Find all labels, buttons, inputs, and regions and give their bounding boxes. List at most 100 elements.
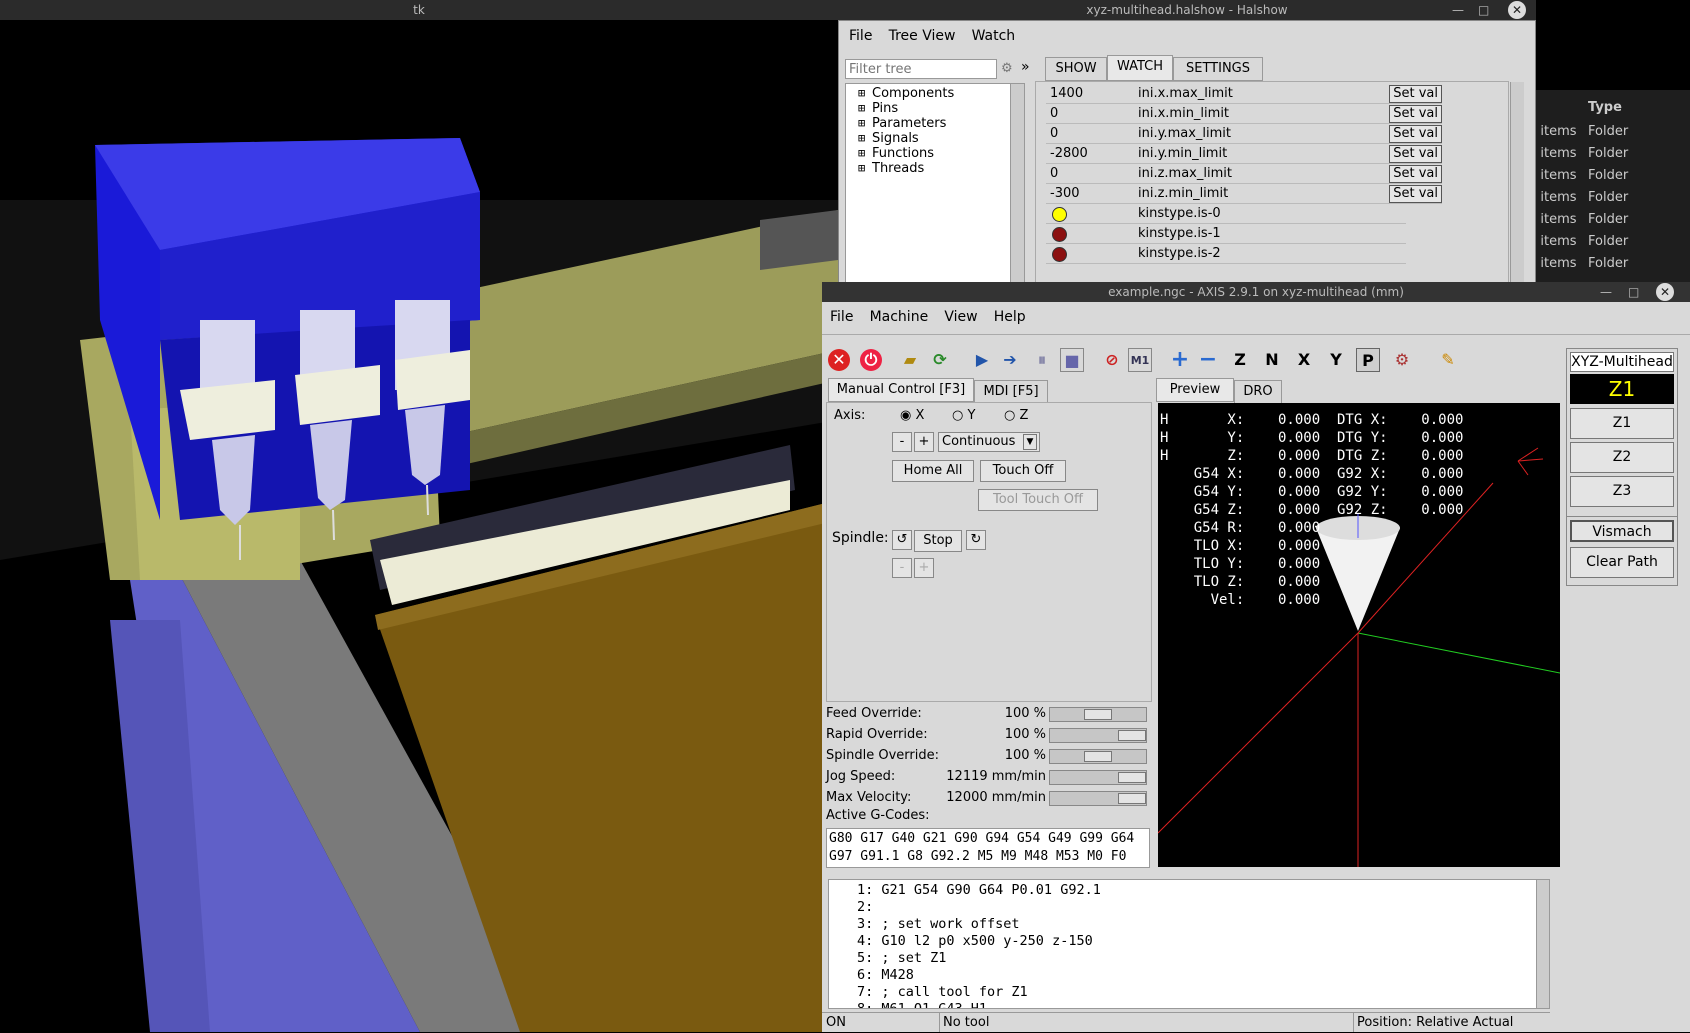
expand-icon[interactable]: ⊞ (858, 101, 872, 116)
expand-icon[interactable]: ⊞ (858, 146, 872, 161)
program-line[interactable]: 1: G21 G54 G90 G64 P0.01 G92.1 (857, 882, 1549, 899)
radio-icon[interactable]: ○ (952, 408, 963, 423)
program-scrollbar[interactable] (1536, 879, 1550, 1009)
jog-minus-button[interactable]: - (892, 432, 912, 452)
maximize-icon[interactable]: □ (1628, 282, 1639, 302)
clear-path-button[interactable]: Clear Path (1570, 547, 1674, 578)
override-slider[interactable] (1049, 728, 1147, 743)
menu-file[interactable]: File (824, 306, 859, 328)
override-slider[interactable] (1049, 707, 1147, 722)
jog-plus-button[interactable]: + (914, 432, 934, 452)
tab-dro[interactable]: DRO (1234, 380, 1282, 404)
menu-watch[interactable]: Watch (966, 25, 1022, 47)
tree-item-parameters[interactable]: ⊞ Parameters (858, 116, 946, 131)
vismach-button[interactable]: Vismach (1570, 520, 1674, 542)
tab-preview[interactable]: Preview (1156, 378, 1234, 402)
z3-button[interactable]: Z3 (1570, 476, 1674, 507)
estop-icon[interactable]: ✕ (828, 349, 850, 371)
tree-item-functions[interactable]: ⊞ Functions (858, 146, 934, 161)
chevron-down-icon[interactable]: ▼ (1023, 434, 1037, 450)
axis-radio-z[interactable]: ○ Z (1004, 408, 1028, 423)
set-value-button[interactable]: Set val (1389, 145, 1442, 163)
spindle-cw-icon[interactable]: ↻ (966, 530, 986, 550)
menu-tree-view[interactable]: Tree View (883, 25, 962, 47)
expand-icon[interactable]: ⊞ (858, 116, 872, 131)
slider-handle[interactable] (1118, 772, 1146, 783)
z2-button[interactable]: Z2 (1570, 442, 1674, 473)
radio-icon[interactable]: ○ (1004, 408, 1015, 423)
spindle-stop-button[interactable]: Stop (914, 530, 962, 552)
view-perspective-icon[interactable]: P (1356, 348, 1380, 372)
stop-icon[interactable]: ■ (1060, 348, 1084, 372)
expand-more-button[interactable]: » (1021, 59, 1030, 75)
program-line[interactable]: 3: ; set work offset (857, 916, 1549, 933)
axis-radio-x[interactable]: ◉ X (900, 408, 924, 423)
run-icon[interactable]: ▶ (970, 348, 994, 372)
set-value-button[interactable]: Set val (1389, 125, 1442, 143)
settings-gear-icon[interactable]: ⚙ (1001, 61, 1013, 76)
set-value-button[interactable]: Set val (1389, 185, 1442, 203)
touch-off-button[interactable]: Touch Off (980, 460, 1066, 482)
vismach-3d-view[interactable] (0, 20, 838, 1032)
power-icon[interactable]: ⏻ (860, 349, 882, 371)
slider-handle[interactable] (1084, 751, 1112, 762)
view-z2-icon[interactable]: N (1260, 348, 1284, 372)
radio-selected-icon[interactable]: ◉ (900, 408, 911, 423)
tab-show[interactable]: SHOW (1045, 57, 1107, 81)
view-y-icon[interactable]: Y (1324, 348, 1348, 372)
minimize-icon[interactable]: — (1452, 0, 1464, 20)
view-z-icon[interactable]: Z (1228, 348, 1252, 372)
tab-manual-control[interactable]: Manual Control [F3] (828, 378, 974, 402)
pause-icon[interactable]: ⏸ (1030, 348, 1054, 372)
optional-stop-icon[interactable]: M1 (1128, 348, 1152, 372)
tab-settings[interactable]: SETTINGS (1173, 57, 1263, 81)
tab-mdi[interactable]: MDI [F5] (974, 380, 1048, 404)
tree-item-signals[interactable]: ⊞ Signals (858, 131, 919, 146)
set-value-button[interactable]: Set val (1389, 105, 1442, 123)
filter-tree-input[interactable] (845, 59, 997, 79)
tree-item-pins[interactable]: ⊞ Pins (858, 101, 898, 116)
watch-scrollbar[interactable] (1510, 82, 1524, 288)
spindle-faster-button[interactable]: + (914, 558, 934, 578)
slider-handle[interactable] (1084, 709, 1112, 720)
tree-item-threads[interactable]: ⊞ Threads (858, 161, 924, 176)
tool-touch-off-button[interactable]: Tool Touch Off (978, 489, 1098, 511)
zoom-out-icon[interactable]: − (1196, 348, 1220, 372)
zoom-in-icon[interactable]: + (1168, 348, 1192, 372)
override-slider[interactable] (1049, 791, 1147, 806)
program-line[interactable]: 7: ; call tool for Z1 (857, 984, 1549, 1001)
program-line[interactable]: 8: M61 Q1 G43 H1 (857, 1001, 1549, 1008)
program-line[interactable]: 4: G10 l2 p0 x500 y-250 z-150 (857, 933, 1549, 950)
program-line[interactable]: 2: (857, 899, 1549, 916)
program-line[interactable]: 5: ; set Z1 (857, 950, 1549, 967)
set-value-button[interactable]: Set val (1389, 165, 1442, 183)
z1-button[interactable]: Z1 (1570, 408, 1674, 439)
expand-icon[interactable]: ⊞ (858, 131, 872, 146)
preview-canvas[interactable]: H X: 0.000 DTG X: 0.000 H Y: 0.000 DTG Y:… (1158, 403, 1560, 867)
minimize-icon[interactable]: — (1600, 282, 1612, 302)
maximize-icon[interactable]: □ (1478, 0, 1489, 20)
spindle-ccw-icon[interactable]: ↺ (892, 530, 912, 550)
set-value-button[interactable]: Set val (1389, 85, 1442, 103)
slider-handle[interactable] (1118, 730, 1146, 741)
menu-file[interactable]: File (843, 25, 878, 47)
rotate-view-icon[interactable]: ⚙ (1390, 348, 1414, 372)
program-listing[interactable]: 1: G21 G54 G90 G64 P0.01 G92.1 2: 3: ; set… (828, 879, 1550, 1009)
expand-icon[interactable]: ⊞ (858, 86, 872, 101)
menu-machine[interactable]: Machine (864, 306, 935, 328)
block-delete-icon[interactable]: ⊘ (1100, 348, 1124, 372)
expand-icon[interactable]: ⊞ (858, 161, 872, 176)
clear-live-plot-icon[interactable]: ✎ (1436, 348, 1460, 372)
menu-view[interactable]: View (938, 306, 983, 328)
open-file-icon[interactable]: ▰ (898, 348, 922, 372)
tree-scrollbar[interactable] (1010, 84, 1024, 286)
menu-help[interactable]: Help (988, 306, 1032, 328)
slider-handle[interactable] (1118, 793, 1146, 804)
reload-icon[interactable]: ⟳ (928, 348, 952, 372)
tree-item-components[interactable]: ⊞ Components (858, 86, 954, 101)
close-icon[interactable]: ✕ (1656, 283, 1674, 301)
home-all-button[interactable]: Home All (892, 460, 974, 482)
close-icon[interactable]: ✕ (1508, 1, 1526, 19)
spindle-slower-button[interactable]: - (892, 558, 912, 578)
step-icon[interactable]: ➔ (998, 348, 1022, 372)
